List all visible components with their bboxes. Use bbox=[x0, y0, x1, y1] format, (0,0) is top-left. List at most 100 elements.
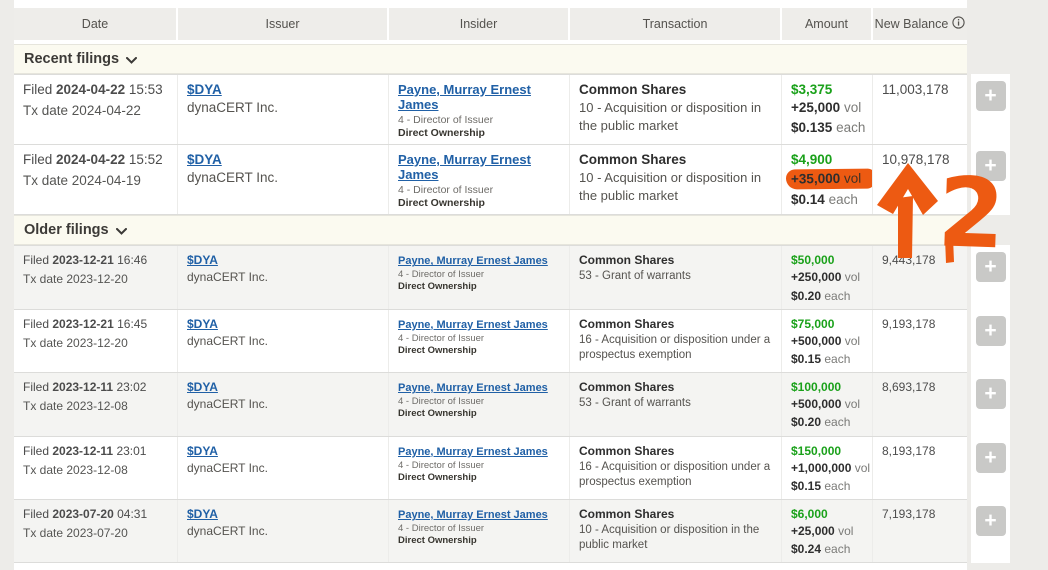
volume-line: +1,000,000 vol bbox=[791, 460, 870, 476]
filed-date: Filed 2023-12-21 16:46 bbox=[23, 253, 168, 267]
price-line: $0.24 each bbox=[791, 541, 863, 557]
date-cell: Filed 2024-04-22 15:52 Tx date 2024-04-1… bbox=[14, 145, 178, 214]
insider-link[interactable]: Payne, Murray Ernest James bbox=[398, 446, 548, 458]
issuer-name: dynaCERT Inc. bbox=[187, 270, 379, 284]
header-cell-new-balance: New Balance bbox=[873, 8, 967, 40]
insider-link[interactable]: Payne, Murray Ernest James bbox=[398, 382, 548, 394]
expand-row-button[interactable]: + bbox=[976, 316, 1006, 346]
price-line: $0.20 each bbox=[791, 288, 863, 304]
insider-link[interactable]: Payne, Murray Ernest James bbox=[398, 255, 548, 267]
issuer-cell: $DYA dynaCERT Inc. bbox=[178, 500, 389, 562]
balance-value: 7,193,178 bbox=[882, 507, 935, 521]
tx-date: Tx date 2023-12-20 bbox=[23, 272, 168, 286]
ownership-type: Direct Ownership bbox=[398, 281, 560, 292]
insider-role: 4 - Director of Issuer bbox=[398, 333, 560, 344]
ticker-link[interactable]: $DYA bbox=[187, 317, 218, 331]
volume-line: +500,000 vol bbox=[791, 396, 860, 412]
chevron-down-icon bbox=[116, 222, 127, 240]
expand-row-button[interactable]: + bbox=[976, 81, 1006, 111]
ownership-type: Direct Ownership bbox=[398, 197, 560, 209]
ownership-type: Direct Ownership bbox=[398, 472, 560, 483]
ticker-link[interactable]: $DYA bbox=[187, 507, 218, 521]
amount-cell: $4,900 +35,000 vol $0.14 each bbox=[782, 145, 873, 214]
amount-cell: $100,000 +500,000 vol $0.20 each bbox=[782, 373, 873, 435]
transaction-cell: Common Shares 10 - Acquisition or dispos… bbox=[570, 75, 782, 144]
transaction-type: 16 - Acquisition or disposition under a … bbox=[579, 333, 772, 364]
volume-line: +500,000 vol bbox=[791, 333, 860, 349]
header-label: New Balance bbox=[875, 17, 949, 31]
volume-line: +25,000 vol bbox=[791, 523, 853, 539]
ticker-link[interactable]: $DYA bbox=[187, 253, 218, 267]
header-cell-date: Date bbox=[14, 8, 178, 40]
issuer-cell: $DYA dynaCERT Inc. bbox=[178, 437, 389, 499]
volume-line: +250,000 vol bbox=[791, 269, 860, 285]
date-cell: Filed 2023-12-21 16:45 Tx date 2023-12-2… bbox=[14, 310, 178, 372]
insider-cell: Payne, Murray Ernest James 4 - Director … bbox=[389, 310, 570, 372]
expand-row-button[interactable]: + bbox=[976, 151, 1006, 181]
expand-row-button[interactable]: + bbox=[976, 443, 1006, 473]
top-spacer bbox=[14, 0, 967, 8]
plus-cell: + bbox=[971, 74, 1010, 144]
balance-value: 8,193,178 bbox=[882, 444, 935, 458]
issuer-cell: $DYA dynaCERT Inc. bbox=[178, 373, 389, 435]
amount-cell: $6,000 +25,000 vol $0.24 each bbox=[782, 500, 873, 562]
insider-link[interactable]: Payne, Murray Ernest James bbox=[398, 319, 548, 331]
amount-value: $75,000 bbox=[791, 317, 863, 331]
transaction-type: 16 - Acquisition or disposition under a … bbox=[579, 460, 772, 491]
insider-link[interactable]: Payne, Murray Ernest James bbox=[398, 152, 531, 182]
ticker-link[interactable]: $DYA bbox=[187, 82, 222, 97]
security-name: Common Shares bbox=[579, 152, 772, 167]
ownership-type: Direct Ownership bbox=[398, 345, 560, 356]
plus-cell: + bbox=[971, 309, 1010, 372]
filing-row: Filed 2023-12-21 16:45 Tx date 2023-12-2… bbox=[14, 309, 1010, 372]
ownership-type: Direct Ownership bbox=[398, 535, 560, 546]
tx-date: Tx date 2023-07-20 bbox=[23, 526, 168, 540]
expand-row-button[interactable]: + bbox=[976, 252, 1006, 282]
transaction-cell: Common Shares 16 - Acquisition or dispos… bbox=[570, 310, 782, 372]
transaction-type: 10 - Acquisition or disposition in the p… bbox=[579, 523, 772, 554]
issuer-cell: $DYA dynaCERT Inc. bbox=[178, 310, 389, 372]
tx-date: Tx date 2024-04-22 bbox=[23, 103, 168, 118]
date-cell: Filed 2023-12-11 23:01 Tx date 2023-12-0… bbox=[14, 437, 178, 499]
filing-row: Filed 2024-04-22 15:52 Tx date 2024-04-1… bbox=[14, 144, 1010, 215]
amount-cell: $75,000 +500,000 vol $0.15 each bbox=[782, 310, 873, 372]
insider-role: 4 - Director of Issuer bbox=[398, 396, 560, 407]
chevron-down-icon bbox=[126, 51, 137, 69]
insider-link[interactable]: Payne, Murray Ernest James bbox=[398, 82, 531, 112]
ticker-link[interactable]: $DYA bbox=[187, 152, 222, 167]
amount-value: $6,000 bbox=[791, 507, 863, 521]
header-label: Amount bbox=[805, 17, 848, 31]
amount-cell: $50,000 +250,000 vol $0.20 each bbox=[782, 246, 873, 308]
security-name: Common Shares bbox=[579, 317, 772, 331]
header-label: Issuer bbox=[265, 17, 299, 31]
transaction-cell: Common Shares 10 - Acquisition or dispos… bbox=[570, 500, 782, 562]
info-icon[interactable] bbox=[952, 16, 965, 32]
filed-date: Filed 2023-07-20 04:31 bbox=[23, 507, 168, 521]
expand-row-button[interactable]: + bbox=[976, 379, 1006, 409]
section-toggle[interactable]: Recent filings bbox=[14, 44, 967, 74]
balance-value: 11,003,178 bbox=[882, 82, 949, 97]
volume-line: +35,000 vol bbox=[786, 169, 873, 190]
plus-cell: + bbox=[971, 245, 1010, 308]
insider-cell: Payne, Murray Ernest James 4 - Director … bbox=[389, 145, 570, 214]
ticker-link[interactable]: $DYA bbox=[187, 444, 218, 458]
plus-cell: + bbox=[971, 499, 1010, 563]
price-line: $0.20 each bbox=[791, 414, 863, 430]
ticker-link[interactable]: $DYA bbox=[187, 380, 218, 394]
security-name: Common Shares bbox=[579, 444, 772, 458]
new-balance-cell: 8,693,178 bbox=[873, 373, 967, 435]
insider-link[interactable]: Payne, Murray Ernest James bbox=[398, 509, 548, 521]
plus-cell: + bbox=[971, 436, 1010, 499]
insider-role: 4 - Director of Issuer bbox=[398, 460, 560, 471]
issuer-name: dynaCERT Inc. bbox=[187, 397, 379, 411]
amount-cell: $150,000 +1,000,000 vol $0.15 each bbox=[782, 437, 873, 499]
filed-date: Filed 2023-12-21 16:45 bbox=[23, 317, 168, 331]
header-cell-insider: Insider bbox=[389, 8, 570, 40]
tx-date: Tx date 2024-04-19 bbox=[23, 173, 168, 188]
insider-role: 4 - Director of Issuer bbox=[398, 184, 560, 196]
insider-cell: Payne, Murray Ernest James 4 - Director … bbox=[389, 75, 570, 144]
section-toggle[interactable]: Older filings bbox=[14, 215, 967, 245]
issuer-name: dynaCERT Inc. bbox=[187, 100, 379, 115]
expand-row-button[interactable]: + bbox=[976, 506, 1006, 536]
filing-row: Filed 2023-12-11 23:01 Tx date 2023-12-0… bbox=[14, 436, 1010, 499]
